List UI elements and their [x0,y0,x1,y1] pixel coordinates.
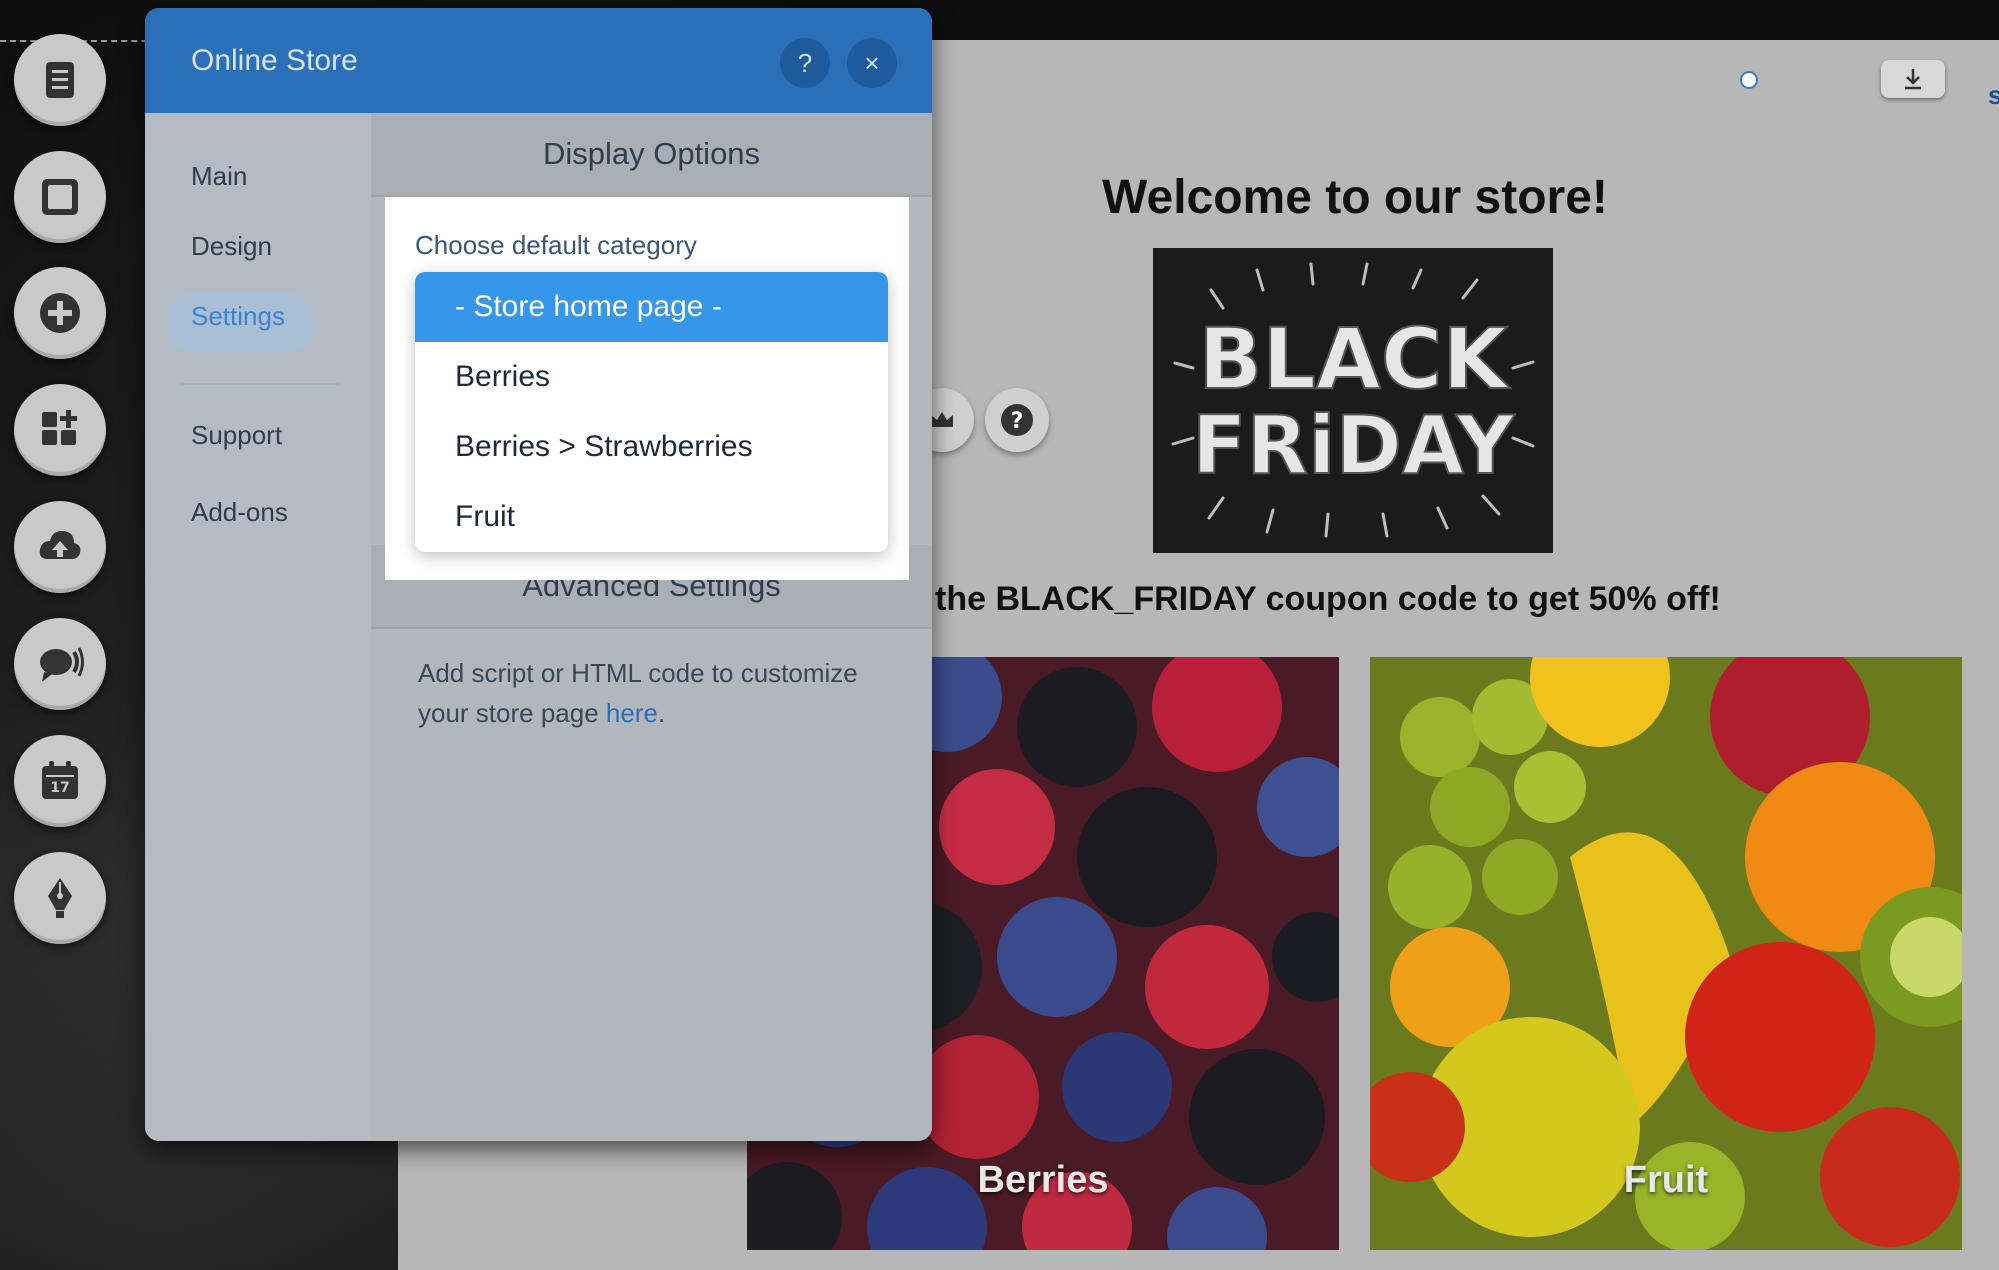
close-button[interactable]: × [847,38,897,88]
display-options-header: Display Options [371,113,932,197]
nav-support[interactable]: Support [191,420,282,451]
help-icon: ? [797,47,813,78]
close-icon: × [864,47,880,78]
nav-design[interactable]: Design [191,231,272,262]
resize-handle[interactable] [1740,71,1758,89]
category-dropdown[interactable]: - Store home page - Berries Berries > St… [415,272,888,552]
nav-add-ons[interactable]: Add-ons [191,497,288,528]
fruit-label: Fruit [1623,1159,1709,1201]
banner-line-2: FRiDAY [1192,399,1515,492]
help-float-button[interactable]: ? [985,388,1049,452]
black-friday-banner: BLACK FRiDAY [1153,248,1553,553]
download-icon[interactable] [1881,60,1945,98]
background-icon[interactable] [14,151,106,243]
blog-pen-icon[interactable] [14,852,106,944]
coupon-text: the BLACK_FRIDAY coupon code to get 50% … [935,580,1721,618]
welcome-title: Welcome to our store! [1102,171,1608,224]
help-float-label: ? [1011,409,1024,434]
here-link[interactable]: here [606,698,658,728]
advanced-text-end: . [657,698,666,728]
nav-divider [181,383,339,385]
panel-nav: Main Design Settings Support Add-ons [145,113,371,1141]
category-option-fruit[interactable]: Fruit [415,482,888,552]
nav-settings[interactable]: Settings [191,301,285,332]
category-option-berries[interactable]: Berries [415,342,888,412]
berries-label: Berries [977,1159,1109,1201]
panel-title: Online Store [191,44,358,77]
add-icon[interactable] [14,267,106,359]
category-option-store-home[interactable]: - Store home page - [415,272,888,342]
panel-header: Online Store ? × [145,8,932,113]
category-option-strawberries[interactable]: Berries > Strawberries [415,412,888,482]
edge-text: s [1988,80,1999,110]
nav-main[interactable]: Main [191,161,247,192]
banner-line-1: BLACK [1198,310,1510,408]
chat-icon[interactable] [14,618,106,710]
advanced-settings-text: Add script or HTML code to customize you… [418,653,898,733]
choose-category-label: Choose default category [415,230,697,260]
upload-icon[interactable] [14,501,106,593]
fruit-category-tile[interactable]: Fruit [1370,657,1962,1250]
app-market-icon[interactable] [14,384,106,476]
calendar-day: 17 [50,780,69,796]
calendar-icon[interactable]: 17 [14,735,106,827]
help-button[interactable]: ? [780,38,830,88]
pages-icon[interactable] [14,34,106,126]
